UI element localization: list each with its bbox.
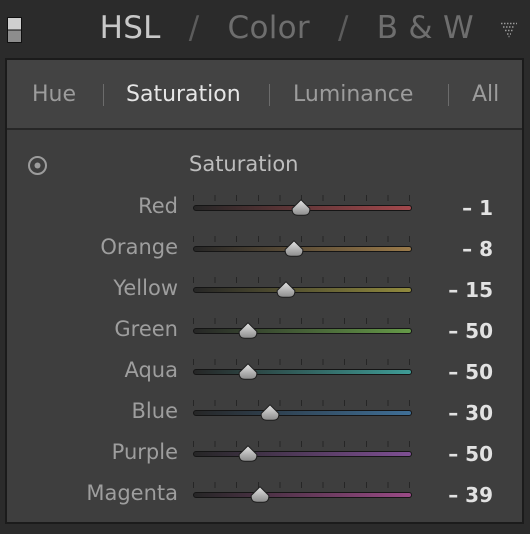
slider-label: Red: [138, 194, 178, 218]
slider-ticks: [193, 277, 411, 283]
tab-separator: /: [337, 10, 349, 46]
header-tabs: HSL / Color / B & W: [100, 8, 474, 48]
slider-thumb[interactable]: [238, 322, 258, 339]
slider-thumb[interactable]: [260, 404, 280, 421]
slider-row-aqua: Aqua – 50: [7, 357, 522, 387]
slider-track[interactable]: [193, 369, 412, 375]
slider-track[interactable]: [193, 328, 412, 334]
slider-value[interactable]: – 50: [448, 442, 493, 466]
slider-row-yellow: Yellow – 15: [7, 275, 522, 305]
tab-hsl[interactable]: HSL: [100, 10, 161, 46]
slider-ticks: [193, 482, 411, 488]
subtab-all[interactable]: All: [472, 82, 499, 107]
slider-label: Aqua: [124, 358, 178, 382]
tab-separator: /: [188, 10, 200, 46]
slider-thumb[interactable]: [291, 199, 311, 216]
section-title: Saturation: [189, 152, 299, 176]
slider-row-blue: Blue – 30: [7, 398, 522, 428]
subtab-divider: [103, 84, 104, 106]
slider-track[interactable]: [193, 451, 412, 457]
slider-value[interactable]: – 50: [448, 360, 493, 384]
panel-switch-icon[interactable]: [7, 17, 22, 43]
tab-color[interactable]: Color: [228, 10, 310, 46]
slider-value[interactable]: – 50: [448, 319, 493, 343]
slider-row-magenta: Magenta – 39: [7, 480, 522, 510]
slider-track[interactable]: [193, 410, 412, 416]
slider-label: Magenta: [86, 481, 178, 505]
triangle-down-icon[interactable]: [500, 22, 518, 38]
slider-value[interactable]: – 30: [448, 401, 493, 425]
slider-value[interactable]: – 8: [462, 237, 493, 261]
slider-label: Blue: [131, 399, 178, 423]
slider-thumb[interactable]: [276, 281, 296, 298]
tab-bw[interactable]: B & W: [377, 10, 474, 46]
slider-value[interactable]: – 39: [448, 483, 493, 507]
slider-track[interactable]: [193, 492, 412, 498]
slider-label: Yellow: [113, 276, 178, 300]
slider-ticks: [193, 400, 411, 406]
subtab-saturation[interactable]: Saturation: [126, 82, 241, 107]
slider-thumb[interactable]: [250, 486, 270, 503]
slider-row-purple: Purple – 50: [7, 439, 522, 469]
subtab-divider: [269, 84, 270, 106]
subtab-luminance[interactable]: Luminance: [293, 82, 413, 107]
subtab-hue[interactable]: Hue: [32, 82, 76, 107]
slider-thumb[interactable]: [238, 445, 258, 462]
slider-value[interactable]: – 15: [448, 278, 493, 302]
subtab-bar: Hue Saturation Luminance All: [7, 60, 522, 130]
slider-value[interactable]: – 1: [462, 196, 493, 220]
slider-thumb[interactable]: [238, 363, 258, 380]
slider-row-red: Red – 1: [7, 193, 522, 223]
slider-track[interactable]: [193, 287, 412, 293]
slider-ticks: [193, 441, 411, 447]
subtab-divider: [448, 84, 449, 106]
slider-ticks: [193, 318, 411, 324]
slider-label: Orange: [100, 235, 178, 259]
slider-ticks: [193, 359, 411, 365]
targeted-adjustment-icon[interactable]: [27, 155, 48, 176]
slider-label: Green: [114, 317, 178, 341]
slider-row-orange: Orange – 8: [7, 234, 522, 264]
hsl-panel: Hue Saturation Luminance All Saturation …: [5, 58, 524, 524]
slider-thumb[interactable]: [284, 240, 304, 257]
slider-label: Purple: [111, 440, 178, 464]
panel-header: HSL / Color / B & W: [0, 0, 530, 58]
slider-row-green: Green – 50: [7, 316, 522, 346]
